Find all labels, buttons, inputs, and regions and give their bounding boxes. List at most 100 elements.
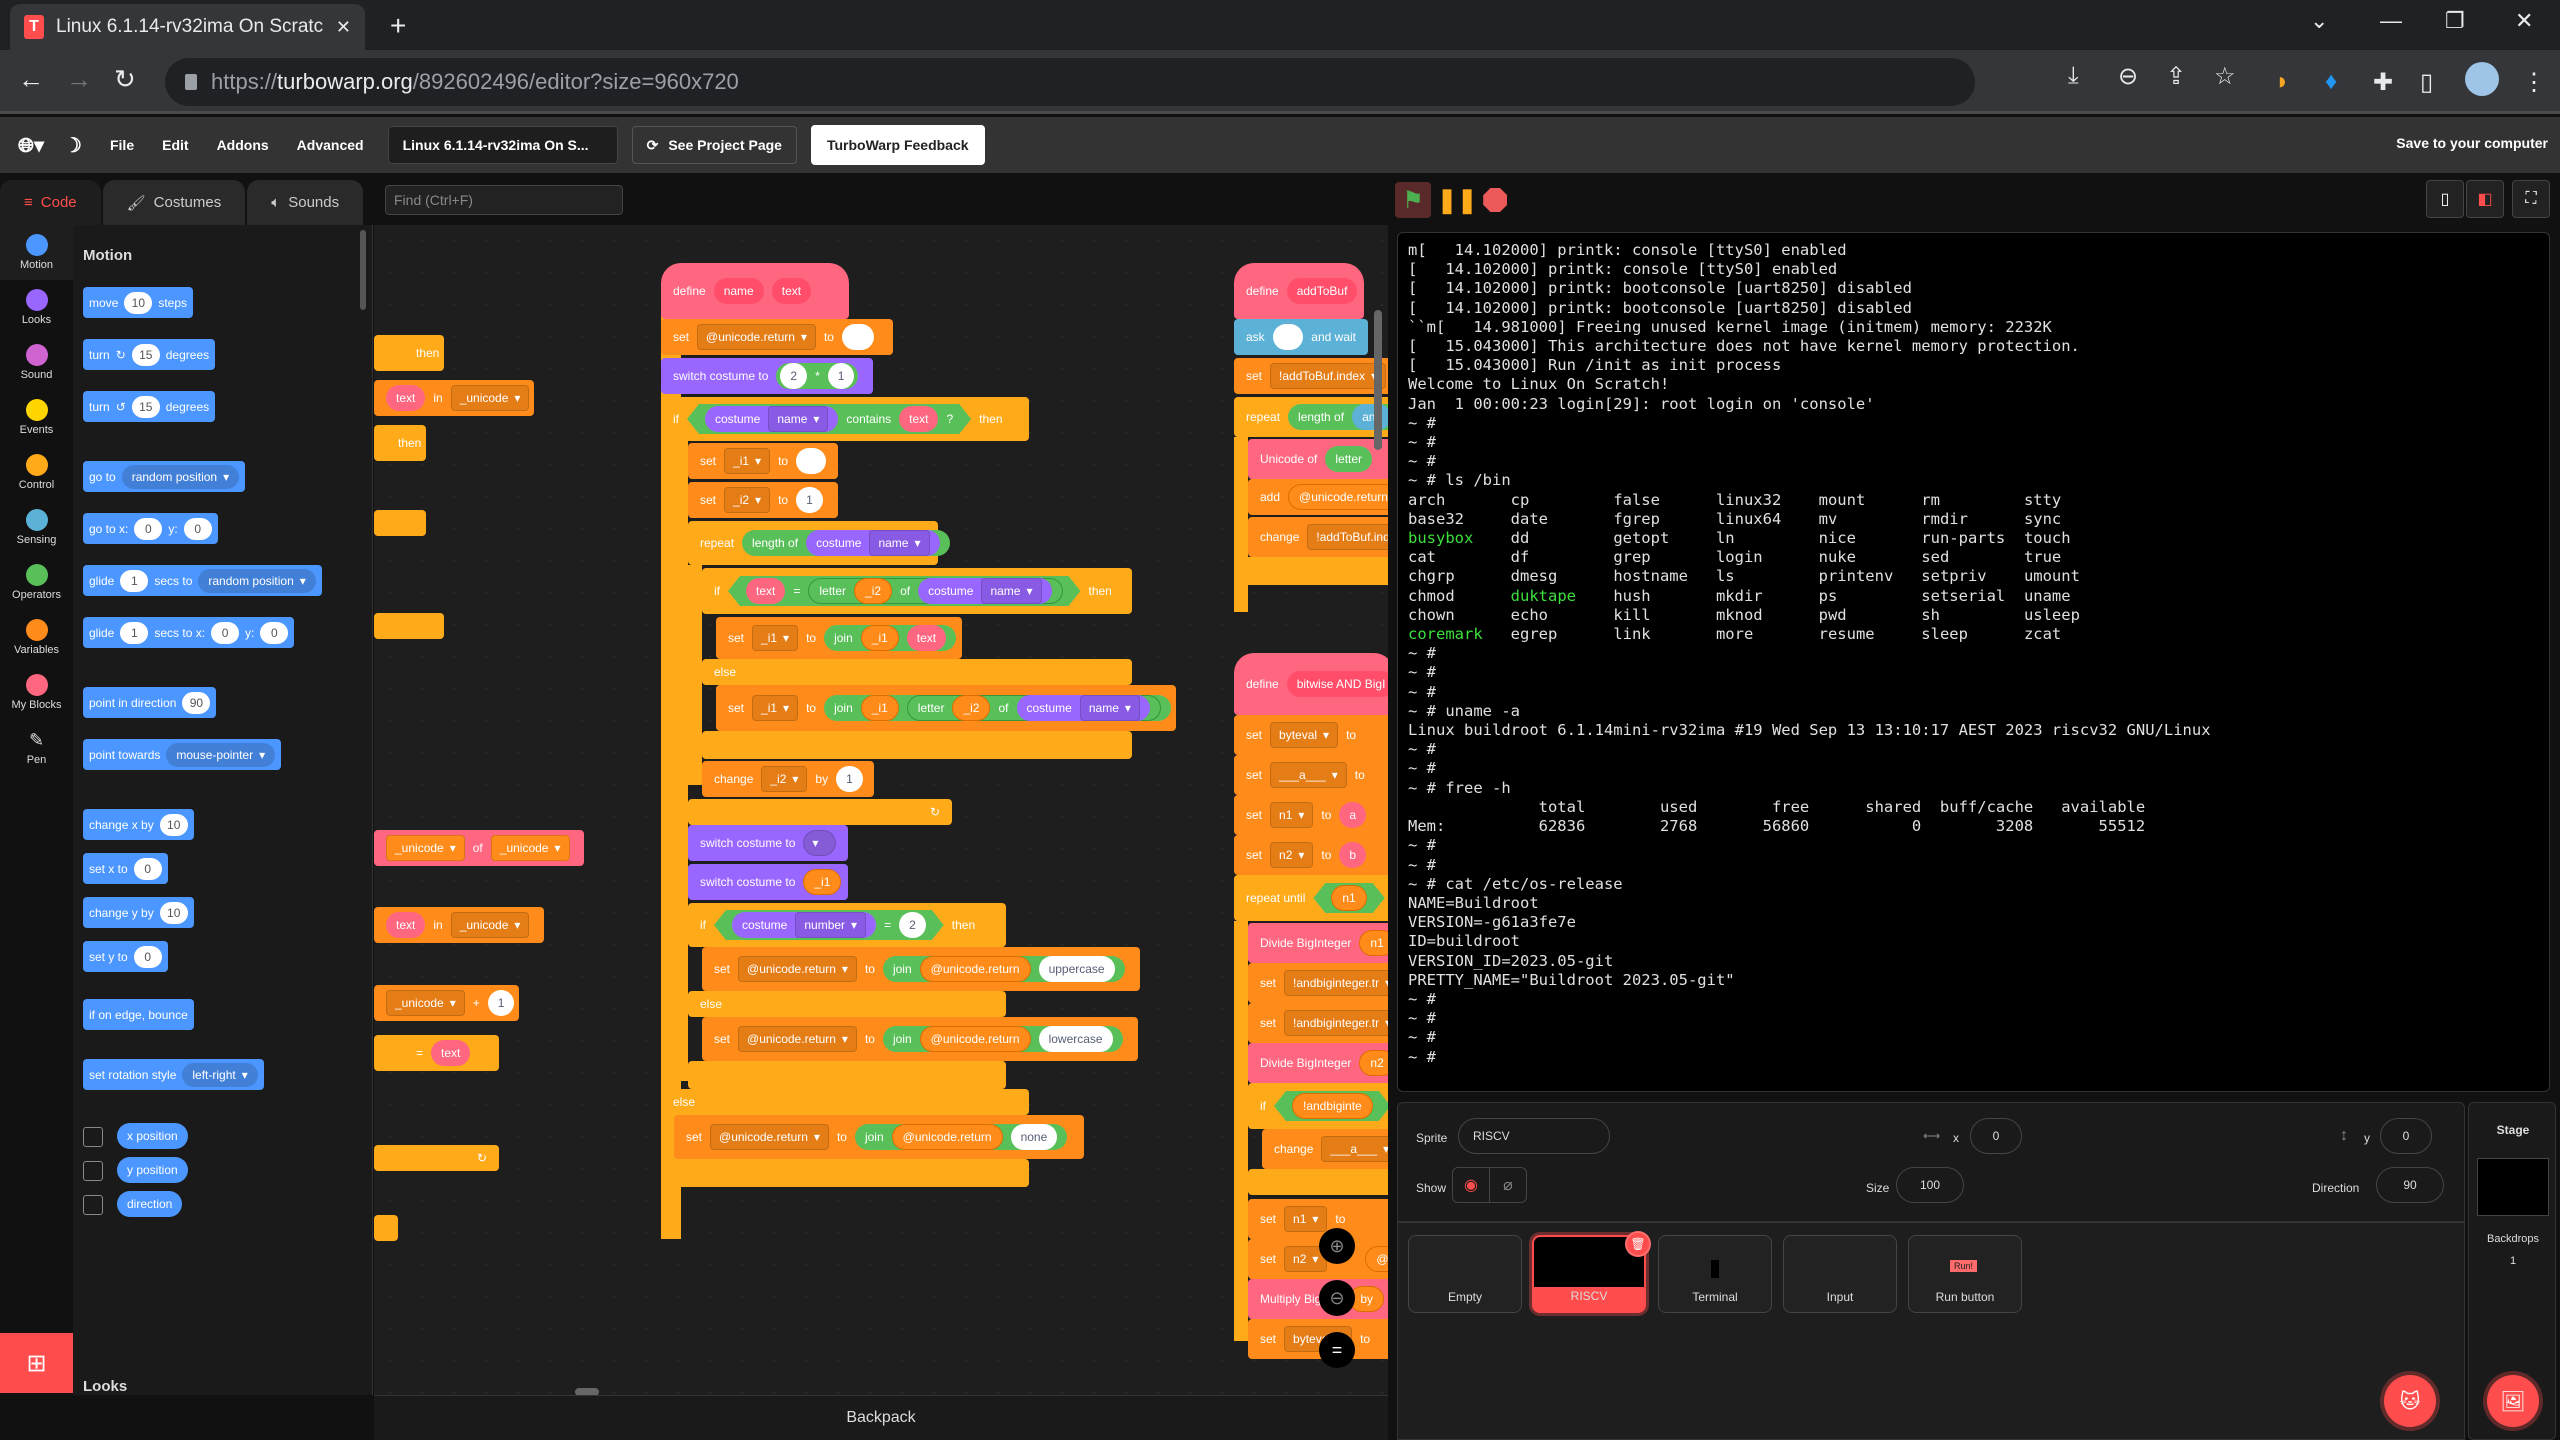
partial-add-one[interactable]: _unicode+1 bbox=[374, 985, 519, 1021]
workspace-vertical-scrollbar[interactable] bbox=[1374, 310, 1382, 450]
menu-edit[interactable]: Edit bbox=[148, 137, 202, 153]
delete-sprite-button[interactable]: 🗑︎ bbox=[1625, 1231, 1651, 1257]
url-field[interactable]: https://turbowarp.org/892602496/editor?s… bbox=[165, 58, 1975, 106]
set-addtobuf-index[interactable]: set !addToBuf.index bbox=[1234, 358, 1388, 394]
partial-if-then-2[interactable]: then bbox=[374, 425, 426, 461]
block-set-rotation-style[interactable]: set rotation style left-right bbox=[83, 1059, 264, 1090]
size-input[interactable]: 100 bbox=[1896, 1167, 1964, 1203]
switch-costume-multiply[interactable]: switch costume to 2 * 1 bbox=[661, 358, 873, 394]
reporter-y-position[interactable]: y position bbox=[117, 1157, 188, 1183]
browser-tab[interactable]: T Linux 6.1.14-rv32ima On Scratch ✕ bbox=[10, 4, 365, 50]
partial-set-item-num[interactable]: text in _unicode bbox=[374, 907, 544, 943]
share-icon[interactable]: ⇪ bbox=[2166, 62, 2186, 91]
if-andbiginteger[interactable]: if !andbiginte bbox=[1248, 1083, 1388, 1129]
category-motion[interactable]: Motion bbox=[0, 225, 73, 280]
reload-icon[interactable]: ↻ bbox=[114, 64, 136, 95]
stage-canvas[interactable]: m[ 14.102000] printk: console [ttyS0] en… bbox=[1397, 232, 2550, 1092]
category-my-blocks[interactable]: My Blocks bbox=[0, 665, 73, 720]
forward-icon[interactable]: → bbox=[66, 64, 92, 95]
menu-file[interactable]: File bbox=[96, 137, 148, 153]
category-sensing[interactable]: Sensing bbox=[0, 500, 73, 555]
define-case-sensing-hat[interactable]: define name text bbox=[661, 263, 849, 319]
set-unicode-return-empty[interactable]: set@unicode.returnto bbox=[661, 319, 893, 355]
menu-advanced[interactable]: Advanced bbox=[283, 137, 378, 153]
if-text-equals-letter[interactable]: iftext=letter_i2ofcostumenamethen bbox=[702, 568, 1132, 614]
multiply-biginteger[interactable]: Multiply Big by bbox=[1248, 1279, 1388, 1319]
switch-costume-i1[interactable]: switch costume to _i1 bbox=[688, 864, 848, 900]
tab-sounds[interactable]: 🔈︎ Sounds bbox=[247, 180, 364, 225]
theme-moon-icon[interactable]: ☽ bbox=[50, 133, 96, 158]
y-position-checkbox[interactable] bbox=[83, 1161, 103, 1181]
category-pen[interactable]: ✎ Pen bbox=[0, 720, 73, 775]
partial-if-then-1[interactable]: then bbox=[374, 335, 444, 371]
category-events[interactable]: Events bbox=[0, 390, 73, 445]
direction-input[interactable]: 90 bbox=[2376, 1167, 2444, 1203]
add-sprite-button[interactable]: 🐱︎ bbox=[2384, 1375, 2436, 1427]
add-backdrop-button[interactable]: 🖼︎ bbox=[2487, 1375, 2539, 1427]
category-control[interactable]: Control bbox=[0, 445, 73, 500]
block-turn-right[interactable]: turn ↻ 15 degrees bbox=[83, 339, 216, 370]
block-change-y[interactable]: change y by 10 bbox=[83, 897, 194, 928]
repeat-until-block[interactable]: repeat until n1 bbox=[1234, 875, 1388, 921]
set-andbiginteger-1[interactable]: set !andbiginteger.tr bbox=[1248, 963, 1388, 1003]
minimize-icon[interactable]: — bbox=[2380, 8, 2402, 34]
show-hidden-button[interactable]: ⌀ bbox=[1489, 1167, 1527, 1203]
zoom-out-button[interactable]: ⊖ bbox=[1319, 1280, 1355, 1316]
sprite-tile-empty[interactable]: Empty bbox=[1408, 1235, 1522, 1313]
repeat-length-of-answer[interactable]: repeat length of ans bbox=[1234, 397, 1388, 437]
block-set-x[interactable]: set x to 0 bbox=[83, 853, 168, 884]
block-move-steps[interactable]: move 10 steps bbox=[83, 287, 194, 318]
set-i1-join-text[interactable]: set_i1tojoin_i1text bbox=[716, 617, 962, 659]
bookmark-star-icon[interactable]: ☆ bbox=[2214, 62, 2236, 91]
tab-search-icon[interactable]: ⌄ bbox=[2310, 8, 2328, 34]
y-input[interactable]: 0 bbox=[2380, 1118, 2432, 1154]
block-point-in-direction[interactable]: point in direction 90 bbox=[83, 687, 217, 718]
code-workspace[interactable]: then textin_unicode then _unicodeof_unic… bbox=[374, 225, 1388, 1395]
pause-button[interactable]: ❚❚ bbox=[1437, 186, 1477, 215]
close-tab-icon[interactable]: ✕ bbox=[336, 17, 351, 38]
palette-scrollbar[interactable] bbox=[360, 230, 366, 310]
block-set-y[interactable]: set y to 0 bbox=[83, 941, 168, 972]
block-point-towards[interactable]: point towards mouse-pointer bbox=[83, 739, 282, 770]
x-position-checkbox[interactable] bbox=[83, 1127, 103, 1147]
change-a-var[interactable]: change ___a___ bbox=[1262, 1129, 1388, 1169]
close-window-icon[interactable]: ✕ bbox=[2515, 8, 2533, 34]
new-tab-button[interactable]: + bbox=[390, 10, 406, 42]
set-n2-to-b[interactable]: setn2tob bbox=[1234, 835, 1388, 875]
sprite-tile-run-button[interactable]: Run! Run button bbox=[1908, 1235, 2022, 1313]
divide-biginteger-n1[interactable]: Divide BigInteger n1 bbox=[1248, 923, 1388, 963]
partial-item-num-block[interactable]: text in _unicode bbox=[374, 380, 534, 416]
backpack-panel[interactable]: Backpack bbox=[374, 1395, 1388, 1440]
ask-and-wait[interactable]: ask and wait bbox=[1234, 319, 1368, 355]
set-i2-one[interactable]: set_i2to1 bbox=[688, 482, 838, 518]
rss-extension-icon[interactable]: ◗ bbox=[2275, 68, 2290, 96]
set-andbiginteger-2[interactable]: set !andbiginteger.tr bbox=[1248, 1003, 1388, 1043]
add-return-to-list[interactable]: add @unicode.return bbox=[1248, 479, 1388, 515]
set-i1-join-letter[interactable]: set_i1tojoin_i1letter_i2ofcostumename bbox=[716, 685, 1176, 731]
set-a-var[interactable]: set___a___to bbox=[1234, 755, 1388, 795]
stage-selector-panel[interactable]: Stage Backdrops 1 🖼︎ bbox=[2468, 1102, 2556, 1440]
zoom-in-button[interactable]: ⊕ bbox=[1319, 1228, 1355, 1264]
block-turn-left[interactable]: turn ↺ 15 degrees bbox=[83, 391, 216, 422]
set-n1-to-a[interactable]: setn1toa bbox=[1234, 795, 1388, 835]
direction-checkbox[interactable] bbox=[83, 1195, 103, 1215]
define-bitwise-and-hat[interactable]: define bitwise AND BigI bbox=[1234, 653, 1388, 715]
change-i2-by-one[interactable]: change_i2by1 bbox=[702, 761, 874, 797]
zoom-reset-button[interactable]: = bbox=[1319, 1332, 1355, 1368]
unicode-of-letter[interactable]: Unicode of letter bbox=[1248, 439, 1388, 479]
sprite-tile-input[interactable]: Input bbox=[1783, 1235, 1897, 1313]
language-globe-icon[interactable]: 🌐︎▾ bbox=[12, 133, 50, 158]
profile-avatar[interactable] bbox=[2465, 62, 2499, 96]
extensions-puzzle-icon[interactable]: ✚ bbox=[2373, 68, 2393, 97]
change-addtobuf-index[interactable]: change !addToBuf.ind bbox=[1248, 517, 1388, 557]
set-return-uppercase[interactable]: set@unicode.returntojoin@unicode.returnu… bbox=[702, 947, 1140, 991]
block-glide-to-xy[interactable]: glide 1 secs to x: 0 y: 0 bbox=[83, 617, 295, 648]
sprite-tile-terminal[interactable]: Terminal bbox=[1658, 1235, 1772, 1313]
add-extension-button[interactable]: ⊞ bbox=[0, 1333, 73, 1393]
back-icon[interactable]: ← bbox=[18, 64, 44, 95]
set-n2-at[interactable]: setn2@d bbox=[1248, 1239, 1388, 1279]
save-to-computer-button[interactable]: Save to your computer bbox=[2396, 135, 2548, 151]
find-input[interactable]: Find (Ctrl+F) bbox=[385, 185, 623, 215]
set-return-lowercase[interactable]: set@unicode.returntojoin@unicode.returnl… bbox=[702, 1017, 1138, 1061]
reporter-x-position[interactable]: x position bbox=[117, 1123, 188, 1149]
